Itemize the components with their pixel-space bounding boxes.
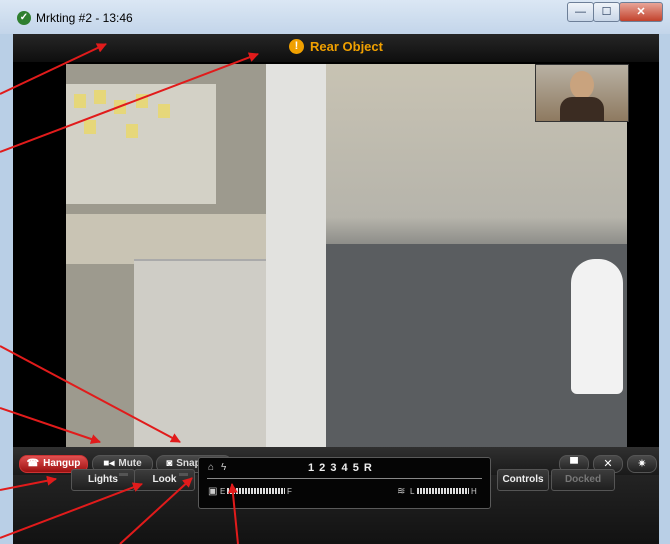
- battery-meter: [227, 488, 285, 494]
- self-view-video[interactable]: [535, 64, 629, 122]
- video-panel: ! Rear Object: [13, 34, 659, 447]
- drive-status-panel: ⌂ ϟ 1 2 3 4 5 R ▣ E F ≋ L H: [198, 457, 491, 509]
- window-title: Mrkting #2 - 13:46: [36, 11, 133, 25]
- alert-icon: !: [289, 39, 304, 54]
- docked-button[interactable]: Docked: [551, 469, 615, 491]
- bolt-icon: ϟ: [221, 462, 227, 473]
- app-window: ✓ Mrkting #2 - 13:46 — ☐ ✕ ! Rear Object: [0, 0, 670, 544]
- wifi-meter: [417, 488, 469, 494]
- home-icon: ⌂: [208, 462, 215, 473]
- snapshot-icon: ◙: [166, 458, 173, 469]
- camera-icon: ■◂: [103, 458, 115, 469]
- status-bar: ! Rear Object: [13, 34, 659, 62]
- wifi-icon: ≋: [397, 486, 406, 497]
- lights-button[interactable]: Lights: [71, 469, 135, 491]
- battery-icon: ▣: [208, 486, 218, 497]
- controls-button[interactable]: Controls: [497, 469, 549, 491]
- gear-selector[interactable]: 1 2 3 4 5 R: [308, 462, 373, 474]
- app-icon: ✓: [17, 11, 31, 25]
- look-button[interactable]: Look: [134, 469, 195, 491]
- alert-text: Rear Object: [310, 39, 383, 54]
- close-button[interactable]: ✕: [619, 2, 663, 22]
- settings-button[interactable]: ✷: [627, 455, 657, 473]
- gear-icon: ✷: [637, 458, 647, 470]
- maximize-button[interactable]: ☐: [593, 2, 620, 22]
- title-bar: ✓ Mrkting #2 - 13:46 — ☐ ✕: [0, 0, 670, 34]
- alert: ! Rear Object: [289, 39, 383, 54]
- minimize-button[interactable]: —: [567, 2, 594, 22]
- control-panel: ☎Hangup ■◂Mute ◙Snapshot ▀ ✕ ✷ Lights Lo…: [13, 447, 659, 544]
- phone-icon: ☎: [26, 458, 40, 469]
